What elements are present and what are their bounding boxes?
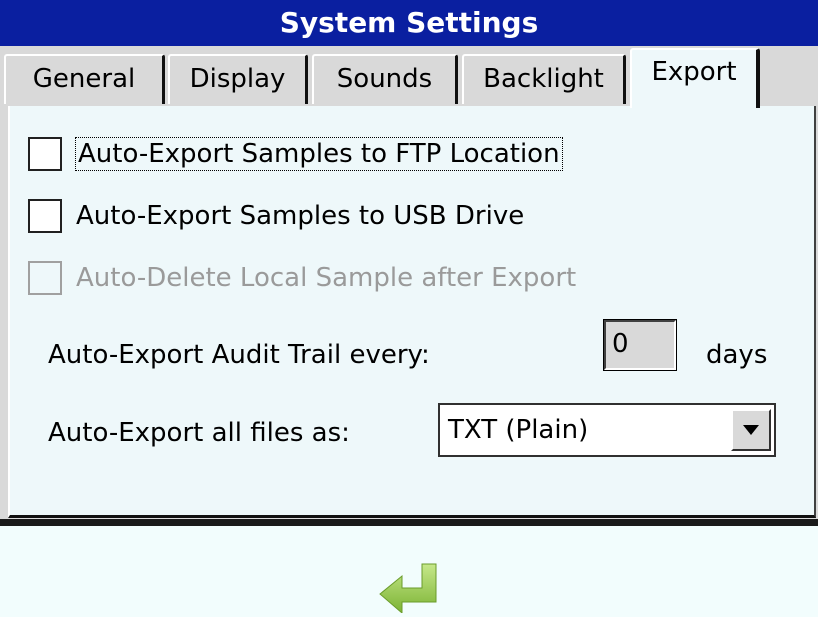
usb-export-checkbox[interactable]: [28, 199, 62, 233]
audit-trail-days-input[interactable]: 0: [603, 319, 677, 371]
file-format-dropdown-button[interactable]: [731, 409, 771, 451]
option-ftp-export[interactable]: Auto-Export Samples to FTP Location: [28, 134, 563, 174]
ftp-export-checkbox[interactable]: [28, 137, 62, 171]
tab-general[interactable]: General: [4, 54, 165, 104]
file-format-label: Auto-Export all files as:: [48, 418, 350, 448]
window-bottom-edge: [0, 519, 818, 526]
tab-backlight[interactable]: Backlight: [462, 54, 626, 104]
tab-display[interactable]: Display: [168, 54, 308, 104]
usb-export-label[interactable]: Auto-Export Samples to USB Drive: [76, 201, 524, 231]
window-title: System Settings: [0, 0, 818, 46]
file-format-value: TXT (Plain): [448, 415, 589, 445]
option-usb-export[interactable]: Auto-Export Samples to USB Drive: [28, 196, 524, 236]
return-arrow-icon[interactable]: [378, 562, 440, 615]
tab-sounds[interactable]: Sounds: [312, 54, 458, 104]
auto-delete-checkbox: [28, 261, 62, 295]
auto-delete-label: Auto-Delete Local Sample after Export: [76, 263, 577, 293]
file-format-select[interactable]: TXT (Plain): [438, 403, 776, 457]
chevron-down-icon: [743, 425, 759, 435]
ftp-export-label[interactable]: Auto-Export Samples to FTP Location: [75, 137, 563, 171]
tab-export[interactable]: Export: [630, 48, 760, 108]
audit-trail-unit: days: [706, 340, 768, 370]
audit-trail-label: Auto-Export Audit Trail every:: [48, 340, 430, 370]
return-arrow-icon-shape: [379, 563, 437, 615]
option-auto-delete: Auto-Delete Local Sample after Export: [28, 258, 576, 298]
